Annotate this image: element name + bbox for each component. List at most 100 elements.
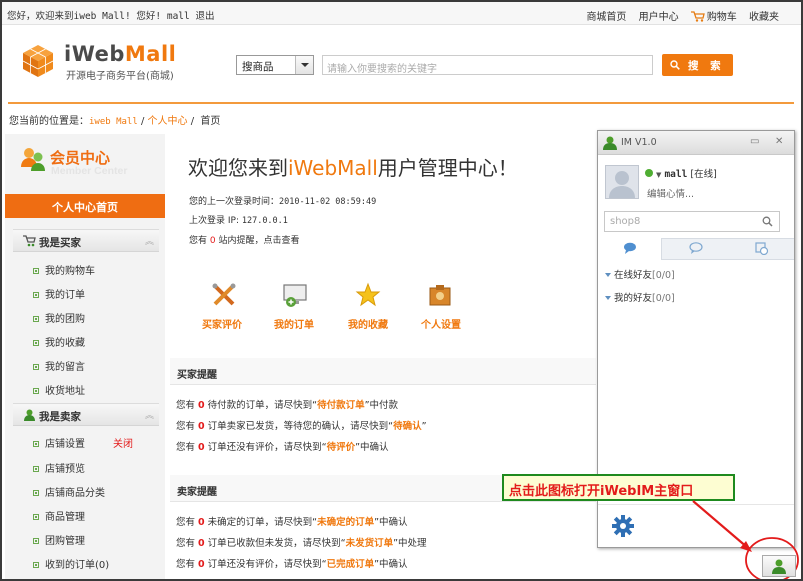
sidebar-section-seller[interactable]: 我是卖家 ︽ — [13, 403, 159, 426]
bullet-icon — [33, 316, 39, 322]
search-category-select[interactable]: 搜商品 — [236, 55, 314, 75]
sidebar-item-label: 我的购物车 — [45, 266, 95, 277]
quick-my-orders[interactable]: 我的订单 — [274, 316, 314, 331]
group-name: 在线好友 — [614, 270, 653, 281]
im-search-input[interactable]: shop8 — [604, 211, 780, 232]
cart-icon — [690, 11, 705, 22]
quick-personal-settings[interactable]: 个人设置 — [421, 316, 461, 331]
buyer-cart-icon — [23, 235, 36, 247]
im-online-status: [在线] — [690, 169, 717, 180]
sidebar-item-group-manage[interactable]: 团购管理 — [33, 532, 85, 547]
close-icon[interactable]: ✕ — [775, 136, 783, 147]
im-signature[interactable]: 编辑心情... — [647, 186, 694, 200]
review-tools-icon[interactable] — [211, 282, 237, 308]
im-group-friends[interactable]: 我的好友[0/0] — [605, 290, 675, 304]
seller-reminder-row: 您有 0 未确定的订单，请尽快到“未确定的订单”中确认 — [176, 514, 408, 528]
row-text: 您有 — [176, 538, 196, 549]
sidebar-item-orders[interactable]: 我的订单 — [33, 286, 85, 301]
sidebar-home-button[interactable]: 个人中心首页 — [5, 194, 165, 218]
bullet-icon — [33, 514, 39, 520]
row-link[interactable]: 未发货订单 — [346, 538, 394, 549]
expand-icon — [605, 296, 611, 300]
status-dropdown-icon[interactable]: ▼ — [656, 171, 661, 179]
quick-my-favorites[interactable]: 我的收藏 — [348, 316, 388, 331]
bullet-icon — [33, 562, 39, 568]
sidebar-section-buyer[interactable]: 我是买家 ︽ — [13, 229, 159, 252]
last-login-value: 2010-11-02 08:59:49 — [279, 197, 377, 207]
sidebar-item-store-settings[interactable]: 店铺设置 关闭 — [33, 435, 133, 450]
last-login-info: 您的上一次登录时间：2010-11-02 08:59:49 — [189, 194, 376, 207]
sidebar-item-store-preview[interactable]: 店铺预览 — [33, 460, 85, 475]
row-link[interactable]: 待确认 — [393, 421, 422, 432]
search-button[interactable]: 搜 索 — [662, 54, 733, 76]
chevron-down-icon[interactable] — [295, 56, 313, 74]
order-monitor-icon[interactable] — [282, 282, 308, 308]
row-count: 0 — [198, 421, 205, 432]
notice-text: 您有 — [189, 236, 210, 246]
gear-icon[interactable] — [611, 514, 635, 538]
link-favorites[interactable]: 收藏夹 — [749, 12, 779, 23]
breadcrumb-center[interactable]: 个人中心 — [148, 116, 188, 127]
sidebar-item-label: 收货地址 — [45, 386, 85, 397]
search-button-label: 搜 索 — [688, 60, 725, 72]
sidebar-item-favorites[interactable]: 我的收藏 — [33, 334, 85, 349]
search-input[interactable]: 请输入你要搜索的关键字 — [322, 55, 653, 75]
title-part: 用户管理中心！ — [377, 156, 518, 180]
row-text: ”中付款 — [364, 400, 399, 411]
breadcrumb-site[interactable]: iweb Mall — [89, 117, 138, 127]
buyer-reminder-row: 您有 0 待付款的订单，请尽快到“待付款订单”中付款 — [176, 397, 398, 411]
link-cart[interactable]: 购物车 — [690, 11, 737, 23]
row-link[interactable]: 待付款订单 — [317, 400, 365, 411]
sidebar-item-group-buy[interactable]: 我的团购 — [33, 310, 85, 325]
title-part: 欢迎您来到 — [188, 156, 288, 180]
search-icon — [670, 60, 681, 70]
collapse-icon[interactable]: ︽ — [145, 408, 154, 421]
logo-title[interactable]: iWebMall — [64, 42, 176, 66]
sidebar-item-categories[interactable]: 店铺商品分类 — [33, 484, 105, 499]
chat-group-icon[interactable] — [689, 242, 703, 254]
sidebar-item-label: 团购管理 — [45, 536, 85, 547]
settings-box-icon[interactable] — [427, 282, 453, 308]
row-text: 订单已收款但未发货，请尽快到“ — [207, 538, 346, 549]
history-icon[interactable] — [755, 242, 769, 255]
row-link[interactable]: 待评价 — [327, 442, 356, 453]
sidebar-section-label: 我是卖家 — [39, 411, 81, 423]
sidebar-item-cart[interactable]: 我的购物车 — [33, 262, 95, 277]
seller-reminder-row: 您有 0 订单已收款但未发货，请尽快到“未发货订单”中处理 — [176, 535, 427, 549]
minimize-icon[interactable]: ▭ — [750, 136, 759, 147]
star-icon[interactable] — [355, 282, 381, 308]
search-icon[interactable] — [762, 216, 773, 227]
sidebar-item-label: 店铺设置 — [45, 439, 85, 450]
sidebar-item-address[interactable]: 收货地址 — [33, 382, 85, 397]
link-user-center[interactable]: 用户中心 — [639, 12, 679, 23]
im-title-bar[interactable]: IM V1.0 ▭ ✕ — [598, 131, 794, 155]
im-group-online[interactable]: 在线好友[0/0] — [605, 267, 675, 281]
row-text: 订单卖家已发货，等待您的确认，请尽快到“ — [207, 421, 394, 432]
row-text: 您有 — [176, 559, 196, 570]
last-ip-value: 127.0.0.1 — [241, 216, 288, 226]
row-link[interactable]: 未确定的订单 — [317, 517, 374, 528]
sidebar-item-label: 我的订单 — [45, 290, 85, 301]
bullet-icon — [33, 466, 39, 472]
sidebar-item-messages[interactable]: 我的留言 — [33, 358, 85, 373]
bullet-icon — [33, 441, 39, 447]
link-mall-home[interactable]: 商城首页 — [586, 12, 626, 23]
sidebar-item-label: 店铺预览 — [45, 464, 85, 475]
sidebar-item-products[interactable]: 商品管理 — [33, 508, 85, 523]
seller-reminder-row: 您有 0 订单还没有评价，请尽快到“已完成订单”中确认 — [176, 556, 408, 570]
expand-icon — [605, 273, 611, 277]
sidebar-item-label: 店铺商品分类 — [45, 488, 105, 499]
sidebar-item-received-orders[interactable]: 收到的订单(0) — [33, 556, 109, 571]
row-text: ”中确认 — [374, 517, 408, 528]
im-tray-button[interactable] — [762, 555, 796, 577]
avatar[interactable] — [605, 165, 639, 199]
sidebar-item-label: 商品管理 — [45, 512, 85, 523]
row-link[interactable]: 已完成订单 — [327, 559, 375, 570]
quick-buyer-review[interactable]: 买家评价 — [202, 316, 242, 331]
group-count: [0/0] — [652, 293, 675, 304]
tab-friends[interactable] — [598, 238, 662, 260]
notice-info[interactable]: 您有 0 站内提醒，点击查看 — [189, 233, 299, 246]
group-name: 我的好友 — [614, 293, 653, 304]
online-check-icon[interactable] — [645, 169, 653, 177]
collapse-icon[interactable]: ︽ — [145, 234, 154, 247]
